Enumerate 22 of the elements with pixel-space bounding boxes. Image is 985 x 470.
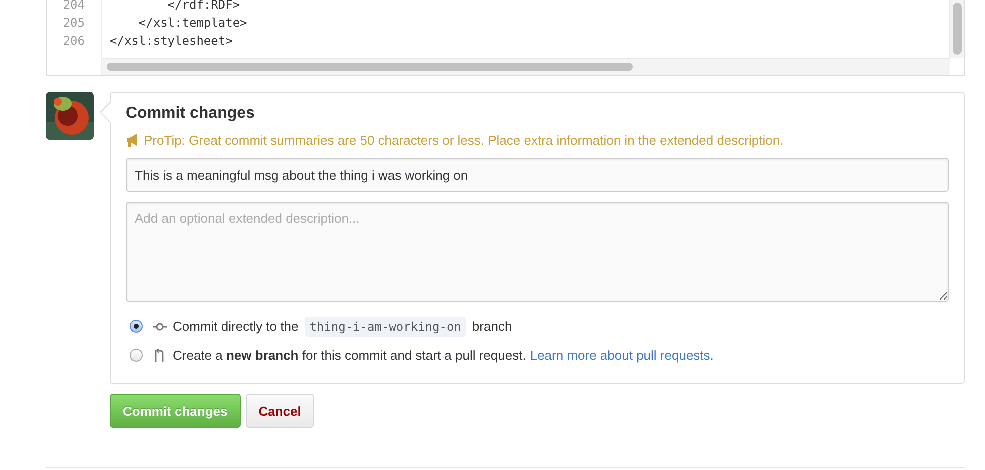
summary-field[interactable]: This is a meaningful msg about the thing i was working on: [126, 158, 949, 192]
form-title: Commit changes: [126, 105, 255, 123]
code-line: </xsl:stylesheet>: [110, 34, 233, 48]
scrollbar-thumb[interactable]: [107, 63, 633, 71]
avatar-icon[interactable]: [46, 92, 94, 140]
cancel-button[interactable]: Cancel: [246, 394, 314, 428]
scrollbar-thumb[interactable]: [952, 3, 962, 55]
learn-more-link[interactable]: Learn more about pull requests.: [530, 348, 714, 363]
megaphone-icon: [126, 134, 140, 147]
line-number: 204: [62, 0, 86, 14]
line-number: 205: [62, 15, 86, 32]
description-field[interactable]: Add an optional extended description...: [126, 202, 949, 302]
option-label: branch: [472, 319, 512, 334]
code-line: </xsl:template>: [138, 16, 248, 30]
line-number: 206: [62, 33, 86, 50]
radio-button[interactable]: [130, 349, 143, 362]
branch-name: thing-i-am-working-on: [304, 316, 466, 336]
option-label: Commit directly to the: [173, 319, 299, 334]
radio-button[interactable]: [130, 320, 143, 333]
option-label: Create a new branch for this commit and start a pull request.: [173, 348, 526, 363]
code-line: </rdf:RDF>: [166, 0, 240, 12]
protip-text: ProTip: Great commit summaries are 50 characters or less. Place extra information in the extended description.: [144, 133, 784, 148]
